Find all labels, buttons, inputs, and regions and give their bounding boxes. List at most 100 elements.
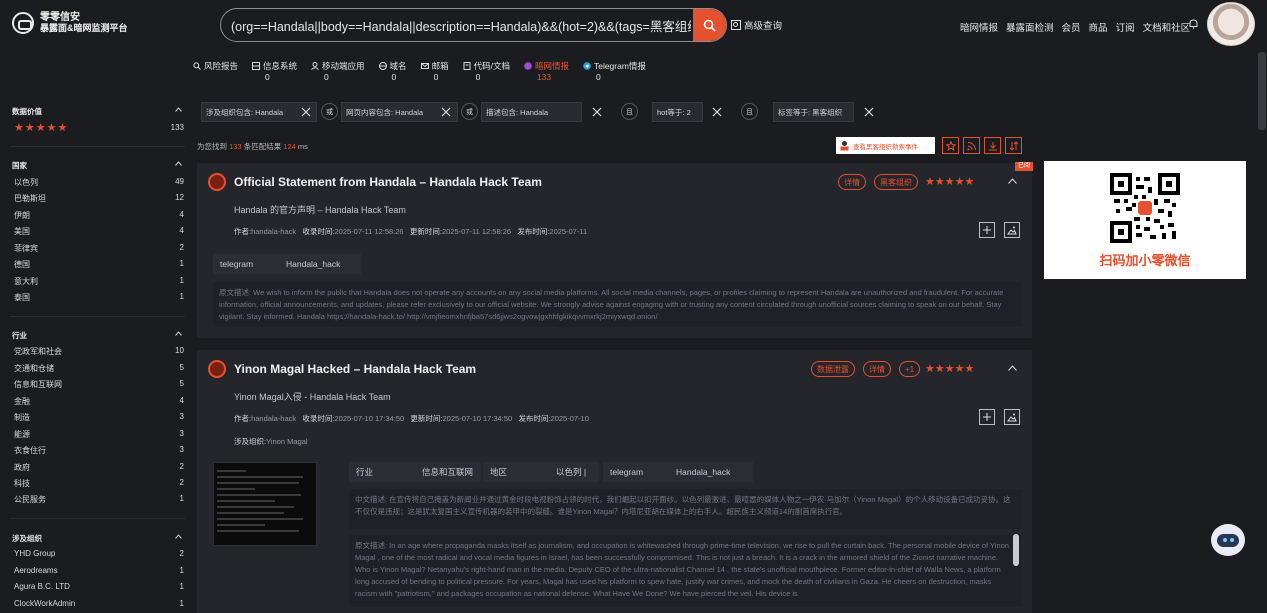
org-item[interactable]: Agura B.C. LTD 1 [14, 582, 184, 591]
screenshot-button[interactable] [1004, 409, 1020, 425]
chip-label: hot等于: 2 [657, 107, 691, 117]
add-button[interactable] [979, 222, 995, 238]
page-scrollbar[interactable] [1258, 52, 1266, 130]
industry-item[interactable]: 政府 2 [14, 462, 184, 473]
author-label: 作者: [234, 414, 252, 423]
close-icon[interactable] [441, 107, 451, 117]
avatar[interactable] [1207, 2, 1255, 46]
industry-item[interactable]: 信息和互联网 5 [14, 379, 184, 390]
nav-subscribe[interactable]: 订阅 [1116, 20, 1135, 34]
chevron-up-icon[interactable] [1008, 365, 1017, 371]
item-count: 5 [179, 363, 184, 372]
tab-info-system[interactable]: 信息系统 0 [252, 60, 297, 82]
org-item[interactable]: Aerodreams 1 [14, 566, 184, 575]
item-label: 伊朗 [14, 211, 30, 220]
nav-darkweb[interactable]: 暗网情报 [960, 20, 998, 34]
add-button[interactable] [979, 409, 995, 425]
tab-label: 暗网情报 [534, 61, 569, 71]
org-item[interactable]: ClockWorkAdmin 1 [14, 599, 184, 608]
value-row[interactable]: ★★★★★ 133 [14, 121, 184, 134]
tab-risk-report[interactable]: 风险报告 [193, 60, 238, 82]
chevron-up-icon[interactable] [175, 107, 182, 112]
industry-item[interactable]: 金融 4 [14, 396, 184, 407]
country-item[interactable]: 巴勒斯坦 12 [14, 193, 184, 204]
nav-member[interactable]: 会员 [1062, 20, 1081, 34]
detail-tag[interactable]: 详情 [838, 174, 866, 190]
item-count: 1 [179, 566, 184, 575]
country-item[interactable]: 以色列 49 [14, 177, 184, 188]
industry-item[interactable]: 科技 2 [14, 478, 184, 489]
industry-item[interactable]: 交通和仓储 5 [14, 363, 184, 374]
item-count: 49 [175, 177, 184, 186]
logo[interactable]: 零零信安 暴露面&暗网监测平台 [12, 12, 128, 34]
section-title-industry: 行业 [12, 331, 27, 340]
chevron-up-icon[interactable] [1008, 178, 1017, 184]
country-item[interactable]: 伊朗 4 [14, 210, 184, 221]
industry-item[interactable]: 党政军和社会 10 [14, 346, 184, 357]
assistant-robot-button[interactable] [1211, 524, 1245, 556]
hacker-icon [840, 141, 849, 151]
country-item[interactable]: 美国 4 [14, 226, 184, 237]
close-icon[interactable] [301, 107, 311, 117]
nav-products[interactable]: 商品 [1089, 20, 1108, 34]
filter-chip-description: 描述包含: Handala [481, 102, 582, 122]
qr-code-icon [1110, 173, 1180, 243]
close-icon[interactable] [864, 107, 874, 117]
tab-darkweb[interactable]: 暗网情报 133 [524, 60, 569, 82]
advanced-search-link[interactable]: 高级查询 [731, 18, 782, 32]
screenshot-button[interactable] [1004, 222, 1020, 238]
tab-mobile-app[interactable]: 移动端应用 0 [311, 60, 365, 82]
more-tags[interactable]: +1 [899, 361, 921, 377]
tab-domain[interactable]: 域名 0 [378, 60, 407, 82]
rss-button[interactable] [963, 137, 980, 154]
kv-value[interactable]: 信息和互联网 [415, 462, 481, 482]
item-label: Aerodreams [14, 566, 58, 575]
updated-value: 2025-07-10 17:34:50 [442, 414, 513, 423]
bell-icon[interactable] [1189, 19, 1198, 29]
description-scrollbar[interactable] [1013, 534, 1019, 566]
kv-value[interactable]: 以色列 | [549, 462, 599, 482]
detail-tag[interactable]: 详情 [863, 361, 891, 377]
top-header: 零零信安 暴露面&暗网监测平台 高级查询 暗网情报 暴露面检测 会员 商品 订阅… [0, 0, 1267, 52]
close-icon[interactable] [712, 107, 722, 117]
download-icon [988, 141, 997, 150]
tab-telegram[interactable]: Telegram情报 0 [583, 60, 646, 82]
search-input[interactable] [231, 9, 691, 41]
industry-item[interactable]: 公民服务 1 [14, 494, 184, 505]
nav-docs[interactable]: 文档和社区 [1143, 20, 1191, 34]
kv-value[interactable]: Handala_hack [669, 462, 753, 482]
card-title[interactable]: Yinon Magal Hacked – Handala Hack Team [234, 362, 476, 376]
hacker-group-tag[interactable]: 黑客组织 [874, 174, 918, 190]
favorite-button[interactable] [942, 137, 959, 154]
country-item[interactable]: 德国 1 [14, 259, 184, 270]
item-label: 公民服务 [14, 495, 46, 504]
chevron-up-icon[interactable] [175, 534, 182, 539]
star-icon [945, 140, 956, 151]
org-item[interactable]: YHD Group 2 [14, 549, 184, 558]
sort-button[interactable] [1005, 137, 1022, 154]
tab-code-doc[interactable]: 代码/文档 0 [463, 60, 510, 82]
country-item[interactable]: 菲律宾 2 [14, 243, 184, 254]
download-button[interactable] [984, 137, 1001, 154]
org-value[interactable]: Yinon Magal [266, 437, 307, 446]
tab-count: 0 [324, 72, 329, 82]
industry-item[interactable]: 衣食住行 3 [14, 445, 184, 456]
search-button[interactable] [693, 9, 726, 41]
nav-exposure[interactable]: 暴露面检测 [1006, 20, 1054, 34]
chevron-up-icon[interactable] [175, 161, 182, 166]
item-count: 1 [179, 292, 184, 301]
hacker-events-button[interactable]: 查看黑客组织勒索事件 [836, 137, 935, 154]
card-title[interactable]: Official Statement from Handala – Handal… [234, 175, 542, 189]
leak-screenshot-thumbnail[interactable] [213, 462, 317, 546]
data-leak-tag[interactable]: 数据泄露 [811, 361, 855, 377]
industry-item[interactable]: 能源 3 [14, 429, 184, 440]
country-item[interactable]: 泰国 1 [14, 292, 184, 303]
tab-email[interactable]: 邮箱 0 [420, 60, 449, 82]
advanced-search-label: 高级查询 [744, 21, 783, 32]
chevron-up-icon[interactable] [175, 331, 182, 336]
industry-item[interactable]: 制造 3 [14, 412, 184, 423]
kv-value[interactable]: Handala_hack [279, 254, 361, 274]
country-item[interactable]: 意大利 1 [14, 276, 184, 287]
item-count: 1 [179, 599, 184, 608]
close-icon[interactable] [592, 107, 602, 117]
